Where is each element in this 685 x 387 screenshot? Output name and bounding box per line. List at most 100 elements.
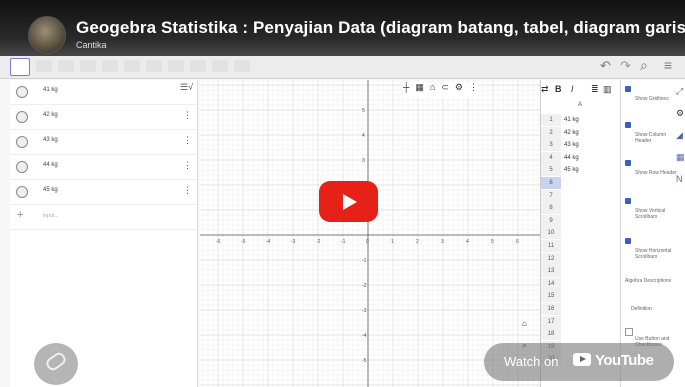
toolbar-tab[interactable]: [124, 60, 140, 72]
close-icon[interactable]: ⤢: [676, 86, 683, 97]
row-number[interactable]: 10: [541, 227, 561, 240]
algebra-row[interactable]: 42 kg ⋮: [10, 105, 197, 130]
checkbox-row-header[interactable]: [625, 160, 631, 166]
plus-icon[interactable]: +: [17, 209, 23, 221]
row-number[interactable]: 12: [541, 252, 561, 265]
visibility-toggle[interactable]: [16, 186, 28, 198]
undo-icon[interactable]: ⊂: [441, 82, 449, 98]
spreadsheet-cell[interactable]: 42 kg: [564, 127, 579, 139]
spreadsheet-row[interactable]: 18: [541, 328, 619, 341]
toolbar-tab[interactable]: [36, 60, 52, 72]
more-options-icon[interactable]: ⋮: [183, 160, 192, 171]
spreadsheet-row[interactable]: 7: [541, 189, 619, 202]
spreadsheet-cell[interactable]: 41 kg: [564, 114, 579, 126]
row-number[interactable]: 17: [541, 315, 561, 328]
visibility-toggle[interactable]: [16, 161, 28, 173]
spreadsheet-row[interactable]: 8: [541, 202, 619, 215]
search-icon[interactable]: ⌕: [640, 57, 648, 74]
grid-icon[interactable]: ▦: [415, 82, 424, 98]
row-number[interactable]: 1: [541, 114, 561, 126]
spreadsheet-row[interactable]: 13: [541, 265, 619, 278]
gear-icon[interactable]: ⚙: [455, 82, 463, 98]
row-number[interactable]: 8: [541, 202, 561, 215]
row-number[interactable]: 9: [541, 214, 561, 227]
spreadsheet-row[interactable]: 17: [541, 315, 619, 328]
copy-link-button[interactable]: [34, 343, 78, 385]
undo-icon[interactable]: ↶: [600, 58, 611, 74]
spreadsheet-row[interactable]: 3 43 kg: [541, 139, 619, 152]
row-number[interactable]: 5: [541, 164, 561, 177]
row-number[interactable]: 15: [541, 290, 561, 303]
spreadsheet-icon[interactable]: ▦: [676, 152, 685, 163]
home-icon[interactable]: ⌂: [430, 82, 435, 98]
toolbar-tab[interactable]: [234, 60, 250, 72]
spreadsheet-row[interactable]: 2 42 kg: [541, 126, 619, 139]
graphics-icon[interactable]: ◢: [676, 130, 683, 141]
algebra-value[interactable]: 43 kg: [43, 137, 58, 143]
row-number[interactable]: 18: [541, 328, 561, 341]
more-options-icon[interactable]: ⋮: [183, 185, 192, 196]
algebra-row[interactable]: 45 kg ⋮: [10, 180, 197, 205]
italic-icon[interactable]: I: [571, 84, 574, 94]
more-options-icon[interactable]: ⋮: [183, 135, 192, 146]
row-number[interactable]: 3: [541, 139, 561, 152]
row-number[interactable]: 4: [541, 151, 561, 164]
align-icon[interactable]: ≣: [591, 84, 599, 95]
checkbox-column-header[interactable]: [625, 122, 631, 128]
spreadsheet-row[interactable]: 11: [541, 240, 619, 252]
axes-icon[interactable]: ┼: [403, 82, 409, 98]
spreadsheet-row[interactable]: 15: [541, 290, 619, 303]
checkbox-buttons[interactable]: [625, 328, 633, 336]
visibility-toggle[interactable]: [16, 111, 28, 123]
spreadsheet-cell[interactable]: 45 kg: [564, 164, 579, 176]
spreadsheet-row[interactable]: 14: [541, 277, 619, 290]
column-header[interactable]: A: [541, 102, 619, 110]
channel-name[interactable]: Cantika: [76, 40, 107, 50]
toolbar-tab[interactable]: [58, 60, 74, 72]
algebra-icon[interactable]: N: [676, 174, 683, 184]
toolbar-tab[interactable]: [80, 60, 96, 72]
spreadsheet-row[interactable]: 4 44 kg: [541, 151, 619, 164]
row-number[interactable]: 6: [541, 177, 561, 189]
bold-icon[interactable]: B: [555, 84, 562, 94]
spreadsheet-row[interactable]: 9: [541, 214, 619, 227]
toolbar-tab[interactable]: [102, 60, 118, 72]
spreadsheet-cell[interactable]: 43 kg: [564, 139, 579, 151]
video-title[interactable]: Geogebra Statistika : Penyajian Data (di…: [76, 18, 685, 38]
visibility-toggle[interactable]: [16, 86, 28, 98]
checkbox-horizontal-scrollbars[interactable]: [625, 238, 631, 244]
algebra-row[interactable]: 43 kg ⋮: [10, 130, 197, 155]
row-number[interactable]: 2: [541, 126, 561, 139]
geogebra-menu-box[interactable]: [10, 58, 30, 76]
algebra-value[interactable]: 41 kg: [43, 87, 58, 93]
style-bar-toggle-icon[interactable]: ⇄: [541, 84, 549, 95]
spreadsheet-row[interactable]: 6: [541, 177, 619, 189]
algebra-input-row[interactable]: + Input...: [10, 205, 197, 230]
toolbar-tab[interactable]: [190, 60, 206, 72]
play-button[interactable]: [319, 181, 378, 222]
row-number[interactable]: 16: [541, 303, 561, 315]
algebra-value[interactable]: 44 kg: [43, 162, 58, 168]
toolbar-tab[interactable]: [168, 60, 184, 72]
toolbar-tab[interactable]: [146, 60, 162, 72]
more-options-icon[interactable]: ⋮: [183, 110, 192, 121]
spreadsheet-row[interactable]: 5 45 kg: [541, 164, 619, 177]
algebra-input[interactable]: Input...: [43, 213, 58, 219]
graphics-view[interactable]: -6-5-4-3-2-10123456 54321-1-2-3-4-5 ⌂ ⌕: [200, 80, 540, 387]
menu-icon[interactable]: ≡: [664, 57, 672, 73]
algebra-value[interactable]: 42 kg: [43, 112, 58, 118]
spreadsheet-row[interactable]: 12: [541, 252, 619, 265]
spreadsheet-view[interactable]: ⇄ B I ≣ ▥ A 1 41 kg 2 42 kg 3 43 kg 4 44 kg 5 45 …: [540, 80, 619, 387]
gear-icon[interactable]: ⚙: [676, 108, 684, 119]
checkbox-vertical-scrollbars[interactable]: [625, 198, 631, 204]
row-number[interactable]: 13: [541, 265, 561, 278]
redo-icon[interactable]: ↷: [620, 58, 631, 74]
algebra-definition-select[interactable]: Definition: [631, 306, 679, 312]
spreadsheet-cell[interactable]: 44 kg: [564, 152, 579, 164]
watch-on-youtube-button[interactable]: Watch on YouTube: [484, 343, 674, 381]
algebra-row[interactable]: 41 kg: [10, 80, 197, 105]
row-number[interactable]: 14: [541, 277, 561, 290]
algebra-value[interactable]: 45 kg: [43, 187, 58, 193]
row-number[interactable]: 11: [541, 240, 561, 252]
channel-avatar[interactable]: [28, 16, 66, 54]
